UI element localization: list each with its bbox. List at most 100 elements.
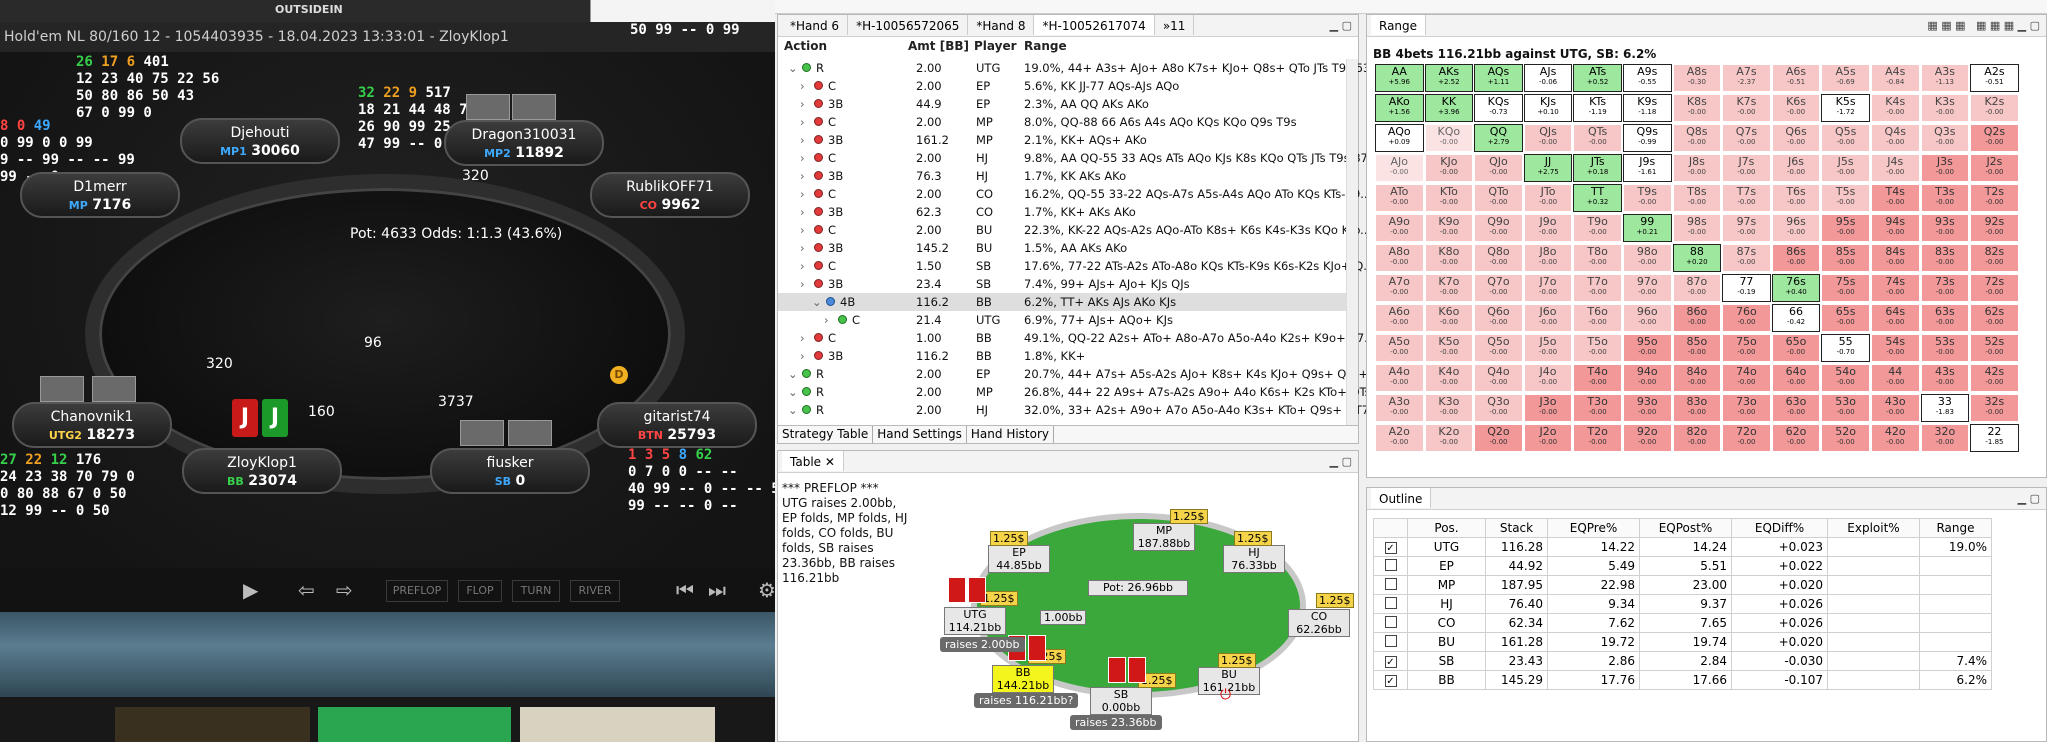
range-cell-76s[interactable]: 76s +0.40	[1771, 274, 1821, 302]
strategy-row[interactable]: › C 2.00 EP 5.6%, KK JJ-77 AQs-AJs AQo	[778, 77, 1346, 95]
range-cell-A3s[interactable]: A3s -1.13	[1920, 64, 1970, 92]
range-cell-66[interactable]: 66 -0.42	[1771, 304, 1821, 332]
panel-window-controls[interactable]: ▁ ▢	[2018, 488, 2040, 509]
range-cell-43s[interactable]: 43s -0.00	[1920, 364, 1970, 392]
range-cell-AKo[interactable]: AKo +1.56	[1375, 94, 1424, 122]
range-cell-K5o[interactable]: K5o -0.00	[1424, 334, 1474, 362]
row-checkbox[interactable]	[1384, 558, 1397, 571]
range-cell-J7o[interactable]: J7o -0.00	[1523, 274, 1573, 302]
range-cell-T2o[interactable]: T2o -0.00	[1573, 424, 1622, 452]
range-cell-J7s[interactable]: J7s -0.00	[1722, 154, 1771, 182]
range-cell-94o[interactable]: 94o -0.00	[1623, 364, 1672, 392]
range-cell-K2s[interactable]: K2s -0.00	[1970, 94, 2019, 122]
range-cell-A7o[interactable]: A7o -0.00	[1375, 274, 1424, 302]
range-cell-42o[interactable]: 42o -0.00	[1871, 424, 1920, 452]
hand-tab[interactable]: »11	[1155, 15, 1195, 35]
range-cell-62s[interactable]: 62s -0.00	[1970, 304, 2019, 332]
expand-toggle-icon[interactable]: ›	[800, 241, 805, 255]
range-cell-33[interactable]: 33 -1.83	[1920, 394, 1970, 422]
range-cell-J3o[interactable]: J3o -0.00	[1523, 394, 1573, 422]
range-cell-A4s[interactable]: A4s -0.84	[1871, 64, 1920, 92]
range-cell-Q3s[interactable]: Q3s -0.00	[1920, 124, 1970, 152]
range-cell-22[interactable]: 22 -1.85	[1970, 424, 2019, 452]
range-cell-Q5s[interactable]: Q5s -0.00	[1821, 124, 1870, 152]
range-cell-J4o[interactable]: J4o -0.00	[1523, 364, 1573, 392]
strategy-row[interactable]: ⌄ R 2.00 EP 20.7%, 44+ A7s+ A5s-A2s AJo+ K8s…	[778, 365, 1383, 383]
panel-window-controls[interactable]: ▁ ▢	[1330, 15, 1352, 36]
hand-tab[interactable]: *H-10052617074	[1034, 15, 1155, 35]
range-cell-97s[interactable]: 97s -0.00	[1722, 214, 1771, 242]
outline-row[interactable]: ✓ BB 145.29 17.76 17.66 -0.107 6.2%	[1373, 670, 1992, 690]
range-cell-63o[interactable]: 63o -0.00	[1771, 394, 1821, 422]
range-cell-94s[interactable]: 94s -0.00	[1871, 214, 1920, 242]
range-cell-KTo[interactable]: KTo -0.00	[1424, 184, 1474, 212]
strategy-row[interactable]: › 3B 116.2 BB 1.8%, KK+	[778, 347, 1346, 365]
expand-toggle-icon[interactable]: ›	[800, 97, 805, 111]
panel-window-controls[interactable]: ▁ ▢	[1330, 451, 1352, 472]
range-cell-J9o[interactable]: J9o -0.00	[1523, 214, 1573, 242]
strategy-row[interactable]: › C 2.00 HJ 9.8%, AA QQ-55 33 AQs ATs AQo KJ…	[778, 149, 1374, 167]
range-cell-J5o[interactable]: J5o -0.00	[1523, 334, 1573, 362]
range-cell-K4s[interactable]: K4s -0.00	[1871, 94, 1920, 122]
range-cell-K8s[interactable]: K8s -0.00	[1672, 94, 1722, 122]
expand-toggle-icon[interactable]: ⌄	[788, 403, 798, 417]
range-cell-86s[interactable]: 86s -0.00	[1771, 244, 1821, 272]
range-cell-K2o[interactable]: K2o -0.00	[1424, 424, 1474, 452]
range-cell-T7o[interactable]: T7o -0.00	[1573, 274, 1622, 302]
strategy-row[interactable]: › C 1.00 BB 49.1%, QQ-22 A2s+ ATo+ A8o-A7o A…	[778, 329, 1375, 347]
range-cell-Q6s[interactable]: Q6s -0.00	[1771, 124, 1821, 152]
range-cell-96s[interactable]: 96s -0.00	[1771, 214, 1821, 242]
range-cell-Q4s[interactable]: Q4s -0.00	[1871, 124, 1920, 152]
range-cell-J5s[interactable]: J5s -0.00	[1821, 154, 1870, 182]
range-cell-T3o[interactable]: T3o -0.00	[1573, 394, 1622, 422]
range-cell-K7s[interactable]: K7s -0.00	[1722, 94, 1771, 122]
range-cell-AQs[interactable]: AQs +1.11	[1474, 64, 1523, 92]
range-cell-KK[interactable]: KK +3.96	[1424, 94, 1474, 122]
range-cell-52s[interactable]: 52s -0.00	[1970, 334, 2019, 362]
seat-dragon[interactable]: Dragon310031 MP2 11892	[444, 120, 604, 166]
range-cell-A7s[interactable]: A7s -2.37	[1722, 64, 1771, 92]
outline-col-7[interactable]: Range	[1919, 518, 1992, 538]
expand-toggle-icon[interactable]: ›	[800, 115, 805, 129]
street-flop-button[interactable]: FLOP	[458, 580, 502, 602]
expand-toggle-icon[interactable]: ›	[800, 205, 805, 219]
row-checkbox[interactable]	[1384, 634, 1397, 647]
range-cell-63s[interactable]: 63s -0.00	[1920, 304, 1970, 332]
range-cell-QTo[interactable]: QTo -0.00	[1474, 184, 1523, 212]
range-cell-ATs[interactable]: ATs +0.52	[1573, 64, 1622, 92]
range-cell-K3o[interactable]: K3o -0.00	[1424, 394, 1474, 422]
range-cell-T6s[interactable]: T6s -0.00	[1771, 184, 1821, 212]
strategy-row[interactable]: › C 21.4 UTG 6.9%, 77+ AJs+ AQo+ KJs	[778, 311, 1346, 329]
play-icon[interactable]: ▶	[243, 578, 258, 602]
expand-toggle-icon[interactable]: ›	[800, 151, 805, 165]
outline-row[interactable]: ✓ UTG 116.28 14.22 14.24 +0.023 19.0%	[1373, 537, 1992, 557]
range-cell-32o[interactable]: 32o -0.00	[1920, 424, 1970, 452]
expand-toggle-icon[interactable]: ›	[800, 223, 805, 237]
seat-fiusker[interactable]: fiusker SB 0	[430, 448, 590, 494]
street-turn-button[interactable]: TURN	[512, 580, 560, 602]
range-cell-QJo[interactable]: QJo -0.00	[1474, 154, 1523, 182]
range-cell-74o[interactable]: 74o -0.00	[1722, 364, 1771, 392]
strategy-row[interactable]: ⌄ R 2.00 UTG 19.0%, 44+ A3s+ AJo+ A8o K7s+ K…	[778, 59, 1376, 77]
range-cell-Q9s[interactable]: Q9s -0.99	[1623, 124, 1672, 152]
seat-box-bb[interactable]: BB 144.21bb	[992, 665, 1054, 693]
strategy-row[interactable]: › 3B 44.9 EP 2.3%, AA QQ AKs AKo	[778, 95, 1346, 113]
tab-outline[interactable]: Outline	[1371, 488, 1432, 508]
range-cell-A2o[interactable]: A2o -0.00	[1375, 424, 1424, 452]
range-cell-T3s[interactable]: T3s -0.00	[1920, 184, 1970, 212]
range-cell-T9o[interactable]: T9o -0.00	[1573, 214, 1622, 242]
range-cell-KJo[interactable]: KJo -0.00	[1424, 154, 1474, 182]
range-cell-Q6o[interactable]: Q6o -0.00	[1474, 304, 1523, 332]
range-cell-K6s[interactable]: K6s -0.00	[1771, 94, 1821, 122]
range-cell-65o[interactable]: 65o -0.00	[1771, 334, 1821, 362]
col-action[interactable]: Action	[784, 39, 827, 53]
range-cell-T7s[interactable]: T7s -0.00	[1722, 184, 1771, 212]
range-cell-K9o[interactable]: K9o -0.00	[1424, 214, 1474, 242]
expand-toggle-icon[interactable]: ›	[800, 133, 805, 147]
range-cell-A4o[interactable]: A4o -0.00	[1375, 364, 1424, 392]
range-cell-K5s[interactable]: K5s -1.72	[1821, 94, 1870, 122]
range-cell-73o[interactable]: 73o -0.00	[1722, 394, 1771, 422]
seat-d1merr[interactable]: D1merr MP 7176	[20, 172, 180, 218]
range-cell-92s[interactable]: 92s -0.00	[1970, 214, 2019, 242]
range-cell-J8o[interactable]: J8o -0.00	[1523, 244, 1573, 272]
